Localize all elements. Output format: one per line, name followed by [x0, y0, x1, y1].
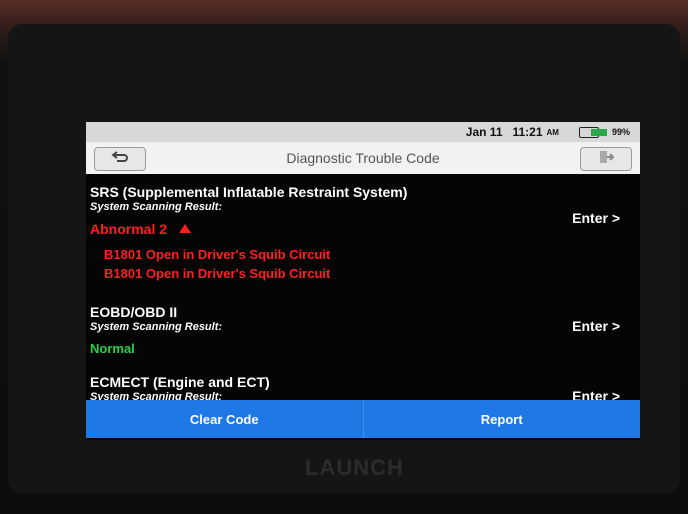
status-time: 11:21: [512, 125, 543, 139]
system-srs: SRS (Supplemental Inflatable Restraint S…: [90, 184, 620, 294]
system-eobd: EOBD/OBD II System Scanning Result: Ente…: [90, 304, 620, 364]
warning-triangle-icon: [179, 224, 192, 233]
back-button[interactable]: [94, 147, 146, 171]
system-name: SRS (Supplemental Inflatable Restraint S…: [90, 184, 408, 200]
return-arrow-icon: [111, 150, 129, 169]
status-normal: Normal: [90, 341, 135, 356]
exit-icon: [598, 150, 615, 169]
status-abnormal: Abnormal 2: [90, 221, 168, 237]
title-bar: Diagnostic Trouble Code: [86, 142, 640, 174]
system-subtitle: System Scanning Result:: [90, 321, 223, 333]
dtc-item: B1801 Open in Driver's Squib Circuit: [104, 247, 331, 262]
exit-button[interactable]: [580, 147, 632, 171]
system-name: EOBD/OBD II: [90, 304, 178, 320]
status-bar: Jan 11 11:21 AM 99%: [86, 122, 640, 142]
brand-logo: LAUNCH: [305, 455, 404, 480]
page-title: Diagnostic Trouble Code: [286, 150, 440, 166]
device-frame: Jan 11 11:21 AM 99% Diagnostic Trouble C…: [0, 0, 688, 514]
status-date: Jan 11: [465, 125, 503, 139]
bottom-action-bar: Clear Code Report: [86, 400, 640, 438]
clear-code-button[interactable]: Clear Code: [86, 400, 363, 438]
enter-button[interactable]: Enter >: [572, 210, 620, 226]
systems-list: SRS (Supplemental Inflatable Restraint S…: [86, 174, 640, 412]
battery-icon: [569, 126, 607, 138]
report-button[interactable]: Report: [364, 400, 641, 438]
system-subtitle: System Scanning Result:: [90, 201, 223, 213]
screen: Jan 11 11:21 AM 99% Diagnostic Trouble C…: [86, 122, 640, 440]
system-name: ECMECT (Engine and ECT): [90, 374, 270, 390]
enter-button[interactable]: Enter >: [572, 318, 620, 334]
battery-percent: 99%: [611, 127, 630, 137]
status-ampm: AM: [546, 127, 559, 137]
dtc-item: B1801 Open in Driver's Squib Circuit: [104, 266, 331, 281]
